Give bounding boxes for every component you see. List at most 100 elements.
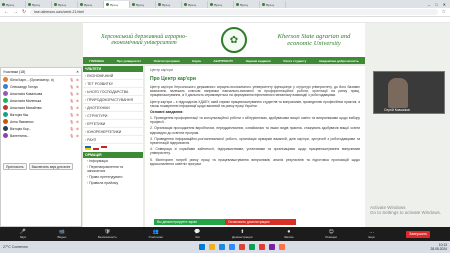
taskbar-app-icon[interactable] (268, 244, 275, 250)
browser-tab[interactable]: Про ц (208, 1, 234, 8)
taskbar-app-icon[interactable] (218, 244, 225, 250)
browser-tab[interactable]: Про ц (78, 1, 104, 8)
url-field[interactable]: kse.ukherson.ua/c/centr-21.html (30, 9, 438, 15)
close-panel-icon[interactable]: ✕ (76, 70, 79, 74)
taskbar-app-icon[interactable] (258, 244, 265, 250)
star-icon[interactable]: ☆ (442, 9, 446, 15)
sidebar-item[interactable]: РАУП (83, 136, 143, 144)
camera-off-icon[interactable]: ⊘ (76, 120, 79, 124)
back-icon[interactable]: ← (4, 9, 9, 15)
camera-off-icon[interactable]: ⊘ (76, 134, 79, 138)
browser-tab[interactable]: Про ц (26, 1, 52, 8)
camera-off-icon[interactable]: ⊘ (76, 78, 79, 82)
toolbar-7-button[interactable]: ⏺ Запись (284, 229, 294, 239)
toolbar-8-button[interactable]: 😊 Реакции (325, 229, 337, 239)
end-meeting-button[interactable]: Завершить (406, 230, 431, 238)
taskbar-app-icon[interactable] (208, 244, 215, 250)
reload-icon[interactable]: ↻ (22, 9, 26, 15)
participant-row[interactable]: Вікторія Кіш 🎙 ⊘ (1, 111, 81, 118)
camera-off-icon[interactable]: ⊘ (76, 113, 79, 117)
camera-off-icon[interactable]: ⊘ (76, 127, 79, 131)
camera-off-icon[interactable]: ⊘ (76, 106, 79, 110)
stop-share-button[interactable]: Остановить демонстрацию (225, 219, 296, 225)
zoom-toolbar: 🎤 Звук 📹 Видео 🛡 Безопасность 👥 Участники 💬 Чат ⬆ Д… (0, 227, 450, 241)
sidebar-item[interactable]: ПРИРОДОКОРИСТУВАННЯ (83, 96, 143, 104)
sidebar-item[interactable]: ТЕТ РОЗВИТКУ (83, 80, 143, 88)
browser-tab[interactable]: Про ц (156, 1, 182, 8)
mic-muted-icon[interactable]: 🎙 (70, 85, 74, 89)
browser-tab[interactable]: Про ц (104, 1, 130, 8)
browser-tab[interactable]: Про ц (52, 1, 78, 8)
participant-row[interactable]: Валентина... 🎙 ⊘ (1, 132, 81, 139)
mic-muted-icon[interactable]: 🎙 (70, 120, 74, 124)
forward-icon[interactable]: → (13, 9, 18, 15)
browser-tab[interactable]: Про ц (130, 1, 156, 8)
maximize-icon[interactable]: □ (435, 2, 437, 7)
menu-item[interactable]: АБІТУРІЄНТУ (213, 59, 233, 63)
mic-muted-icon[interactable]: 🎙 (70, 113, 74, 117)
sidebar-item[interactable]: СТРУКТУРИ (83, 112, 143, 120)
video-tile[interactable]: Сергій Ковшиков (373, 71, 445, 114)
mic-muted-icon[interactable]: 🎙 (70, 99, 74, 103)
browser-tab[interactable]: Про ц (0, 1, 26, 8)
menu-item[interactable]: ГОЛОВНА (89, 59, 104, 63)
participant-row[interactable]: Вікторія Кор... 🎙 ⊘ (1, 125, 81, 132)
camera-off-icon[interactable]: ⊘ (76, 92, 79, 96)
taskbar-app-icon[interactable] (228, 244, 235, 250)
participant-row[interactable]: Анастасія Ковальова 🎙 ⊘ (1, 90, 81, 97)
minimize-icon[interactable]: – (428, 2, 430, 7)
site-title-en[interactable]: Kherson State agrarian and economic Univ… (269, 33, 359, 47)
browser-tab[interactable]: Про ц (182, 1, 208, 8)
toolbar-2-button[interactable]: 📹 Видео (58, 229, 67, 239)
participant-row[interactable]: Анастасія Михайлюк 🎙 ⊘ (1, 104, 81, 111)
close-icon[interactable]: ✕ (443, 2, 446, 7)
mic-muted-icon[interactable]: 🎙 (70, 78, 74, 82)
menu-item[interactable]: Наука (192, 59, 201, 63)
taskbar-app-icon[interactable] (238, 244, 245, 250)
sidebar-item[interactable]: ЬНОГО ГОСПОДАРСТВА (83, 88, 143, 96)
browser-tab[interactable]: Про ц (234, 1, 260, 8)
menu-item[interactable]: Охота студенту (283, 59, 306, 63)
participant-row[interactable]: Олександр Гончук 🎙 ⊘ (1, 83, 81, 90)
menu-item[interactable]: Академічна доброчесність (319, 59, 359, 63)
language-flag-icon[interactable] (85, 146, 91, 150)
mic-muted-icon[interactable]: 🎙 (70, 92, 74, 96)
sidebar-link[interactable]: Правила прийому (83, 180, 143, 186)
breadcrumb[interactable]: Центр кар'єри (150, 68, 360, 72)
taskbar-app-icon[interactable] (248, 244, 255, 250)
mute-all-button[interactable]: Выключить звук для всех (28, 163, 74, 170)
participant-row[interactable]: Юлія Карп... (Організатор, я) 🎙 ⊘ (1, 76, 81, 83)
camera-off-icon[interactable]: ⊘ (76, 99, 79, 103)
university-logo-icon[interactable]: ✿ (221, 27, 247, 53)
participant-row[interactable]: Анна Якименко 🎙 ⊘ (1, 118, 81, 125)
weather-widget[interactable]: 27°C Солнечно (3, 245, 53, 249)
menu-item[interactable]: Про університет (117, 59, 141, 63)
language-flag-icon[interactable] (93, 146, 99, 150)
toolbar-9-button[interactable]: … Ещё (369, 229, 375, 239)
toolbar-1-button[interactable]: 🎤 Звук (20, 229, 26, 239)
site-sidebar: ЧЛЬТЕТИ економічнийТЕТ РОЗВИТКУЬНОГО ГОС… (83, 66, 143, 241)
toolbar-4-button[interactable]: 👥 Участники (149, 229, 163, 239)
sidebar-link[interactable]: Перенаправлення та записатися (83, 164, 143, 174)
mic-muted-icon[interactable]: 🎙 (70, 134, 74, 138)
menu-item[interactable]: Освітні програми (154, 59, 180, 63)
browser-tab[interactable]: Про ц (260, 1, 286, 8)
invite-button[interactable]: Пригласить (3, 163, 27, 170)
sidebar-item[interactable]: економічний (83, 72, 143, 80)
camera-off-icon[interactable]: ⊘ (76, 85, 79, 89)
system-clock[interactable]: 10:13 28.05.2024 (430, 243, 447, 251)
sidebar-item[interactable]: ЕРГЕТИКИ (83, 120, 143, 128)
toolbar-6-button[interactable]: ⬆ Демонстрация (232, 229, 252, 239)
sidebar-item[interactable]: ЮНОРЕНЕРГЕТИКИ (83, 128, 143, 136)
taskbar-app-icon[interactable] (198, 244, 205, 250)
site-title-ua[interactable]: Херсонський державний аграрно-економічни… (89, 34, 199, 47)
toolbar-5-button[interactable]: 💬 Чат (194, 229, 200, 239)
mic-muted-icon[interactable]: 🎙 (70, 106, 74, 110)
mic-muted-icon[interactable]: 🎙 (70, 127, 74, 131)
menu-item[interactable]: Наукові видання (246, 59, 271, 63)
taskbar-app-icon[interactable] (278, 244, 285, 250)
toolbar-3-button[interactable]: 🛡 Безопасность (98, 229, 117, 239)
language-flag-icon[interactable] (101, 146, 107, 150)
participant-row[interactable]: Анастасія Миленька 🎙 ⊘ (1, 97, 81, 104)
sidebar-item[interactable]: ДНОТЕХНІКИ (83, 104, 143, 112)
